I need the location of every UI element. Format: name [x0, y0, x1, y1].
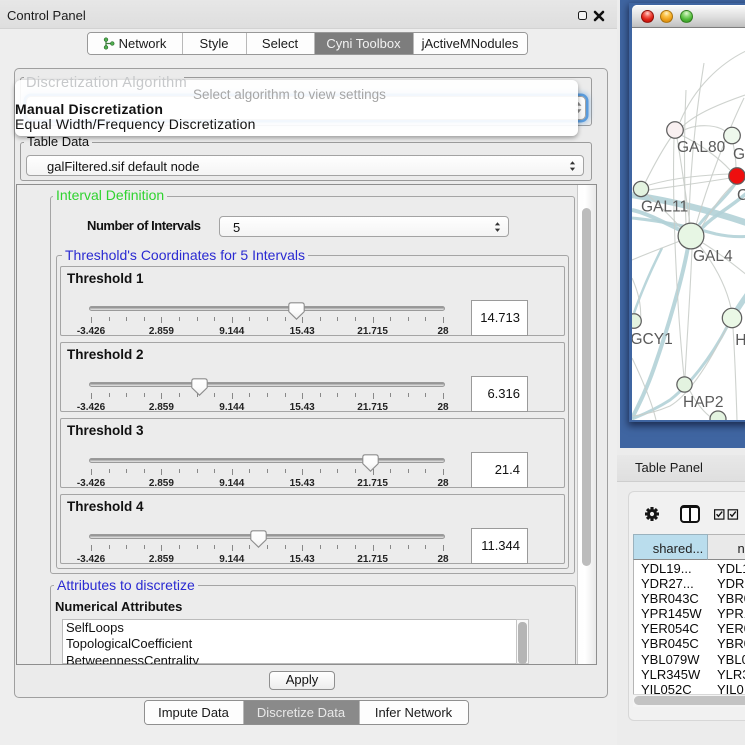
svg-text:H: H — [735, 332, 745, 349]
svg-text:GAL4: GAL4 — [693, 248, 733, 265]
svg-text:HAP2: HAP2 — [683, 394, 724, 411]
svg-text:GAL80: GAL80 — [677, 139, 726, 156]
svg-text:GA: GA — [733, 146, 745, 163]
svg-text:C: C — [737, 187, 745, 204]
svg-text:GAL11: GAL11 — [641, 199, 688, 216]
svg-text:GCY1: GCY1 — [632, 331, 673, 348]
